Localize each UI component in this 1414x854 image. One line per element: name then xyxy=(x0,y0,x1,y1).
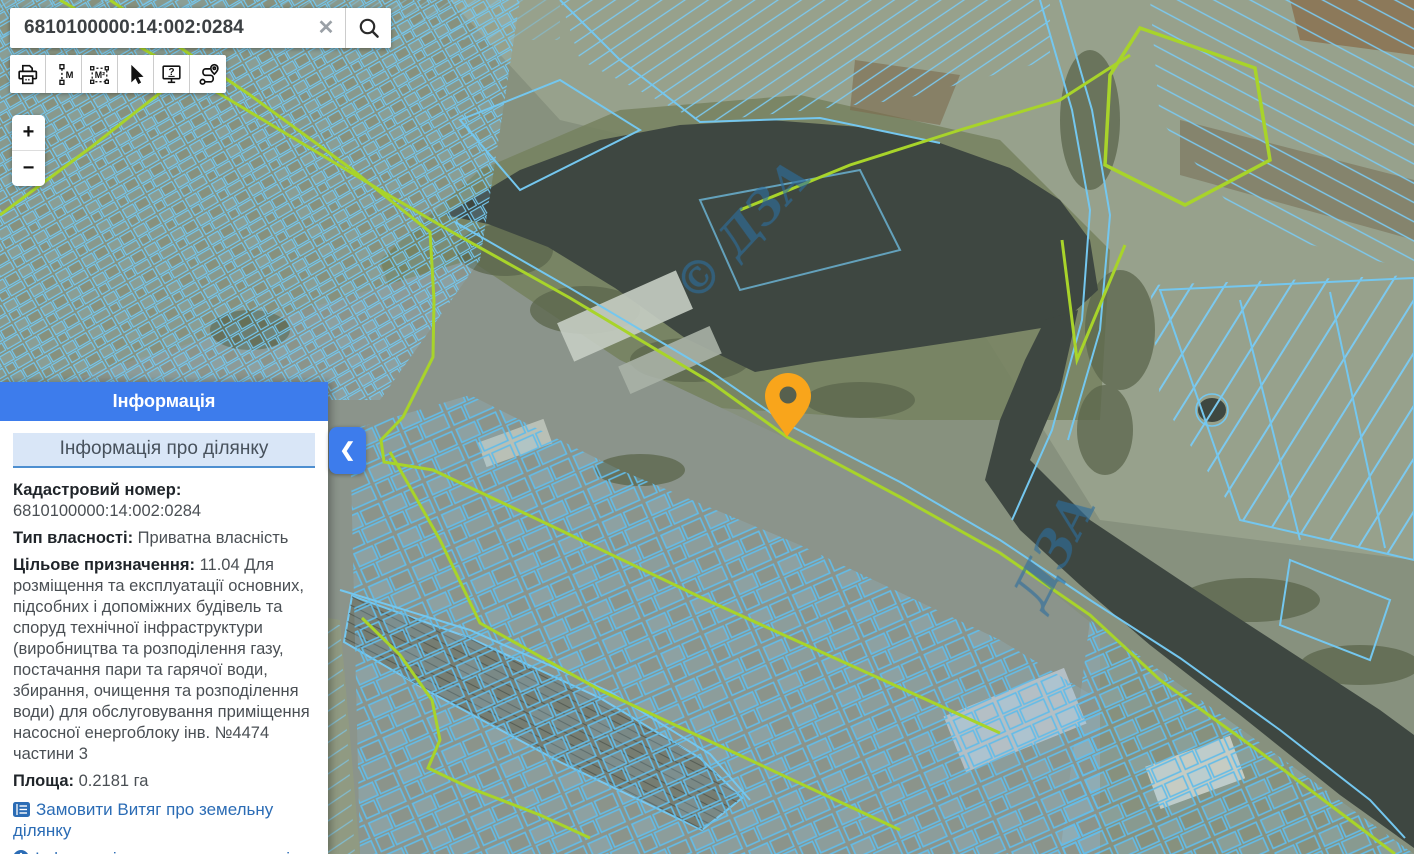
link-text: Інформація про право власності та речові… xyxy=(13,849,312,854)
zoom-controls: + − xyxy=(12,115,45,186)
zoom-in-button[interactable]: + xyxy=(12,115,45,150)
route-icon xyxy=(196,62,221,87)
svg-text:M²: M² xyxy=(95,70,105,80)
measure-length-icon: M xyxy=(51,62,76,87)
panel-body: Інформація про ділянку Кадастровий номер… xyxy=(0,421,328,854)
svg-text:M: M xyxy=(66,70,74,80)
route-button[interactable] xyxy=(190,55,226,93)
field-label: Цільове призначення: xyxy=(13,556,195,574)
measure-area-icon: M² xyxy=(87,62,112,87)
field-value: 11.04 Для розміщення та експлуатації осн… xyxy=(13,556,310,763)
select-cursor-button[interactable] xyxy=(118,55,154,93)
link-ownership-info[interactable]: Інформація про право власності та речові… xyxy=(13,848,315,854)
measure-area-button[interactable]: M² xyxy=(82,55,118,93)
measure-length-button[interactable]: M xyxy=(46,55,82,93)
section-title: Інформація про ділянку xyxy=(13,433,315,468)
print-button[interactable] xyxy=(10,55,46,93)
document-icon xyxy=(13,802,30,817)
field-ownership-type: Тип власності: Приватна власність xyxy=(13,528,315,549)
clear-icon[interactable]: ✕ xyxy=(307,8,345,48)
panel-collapse-button[interactable]: ❮ xyxy=(329,427,366,474)
collapse-icon: ❮ xyxy=(340,440,356,461)
field-label: Кадастровий номер: xyxy=(13,480,315,501)
field-label: Площа: xyxy=(13,772,74,790)
info-icon xyxy=(13,850,29,854)
cadastral-map-app: © ДЗА ДЗА ✕ xyxy=(0,0,1414,854)
link-order-extract[interactable]: Замовити Витяг про земельну ділянку xyxy=(13,799,315,841)
help-monitor-icon: ? xyxy=(159,62,184,87)
field-value: 0.2181 га xyxy=(79,772,149,790)
search-input[interactable] xyxy=(10,8,307,48)
field-label: Тип власності: xyxy=(13,529,133,547)
field-value: 6810100000:14:002:0284 xyxy=(13,501,315,522)
printer-icon xyxy=(15,62,40,87)
info-panel: Інформація Інформація про ділянку Кадаст… xyxy=(0,382,328,854)
search-button[interactable] xyxy=(346,8,391,48)
map-toolbar: M M² ? xyxy=(10,55,226,93)
search-icon xyxy=(357,16,381,40)
help-button[interactable]: ? xyxy=(154,55,190,93)
search-bar: ✕ xyxy=(10,8,391,48)
field-value: Приватна власність xyxy=(138,529,289,547)
cursor-icon xyxy=(123,62,148,87)
field-area: Площа: 0.2181 га xyxy=(13,771,315,792)
field-cadastral-number: Кадастровий номер: 6810100000:14:002:028… xyxy=(13,480,315,522)
field-designated-purpose: Цільове призначення: 11.04 Для розміщенн… xyxy=(13,555,315,765)
panel-title: Інформація xyxy=(0,382,328,421)
zoom-out-button[interactable]: − xyxy=(12,151,45,186)
link-text: Замовити Витяг про земельну ділянку xyxy=(13,800,273,840)
